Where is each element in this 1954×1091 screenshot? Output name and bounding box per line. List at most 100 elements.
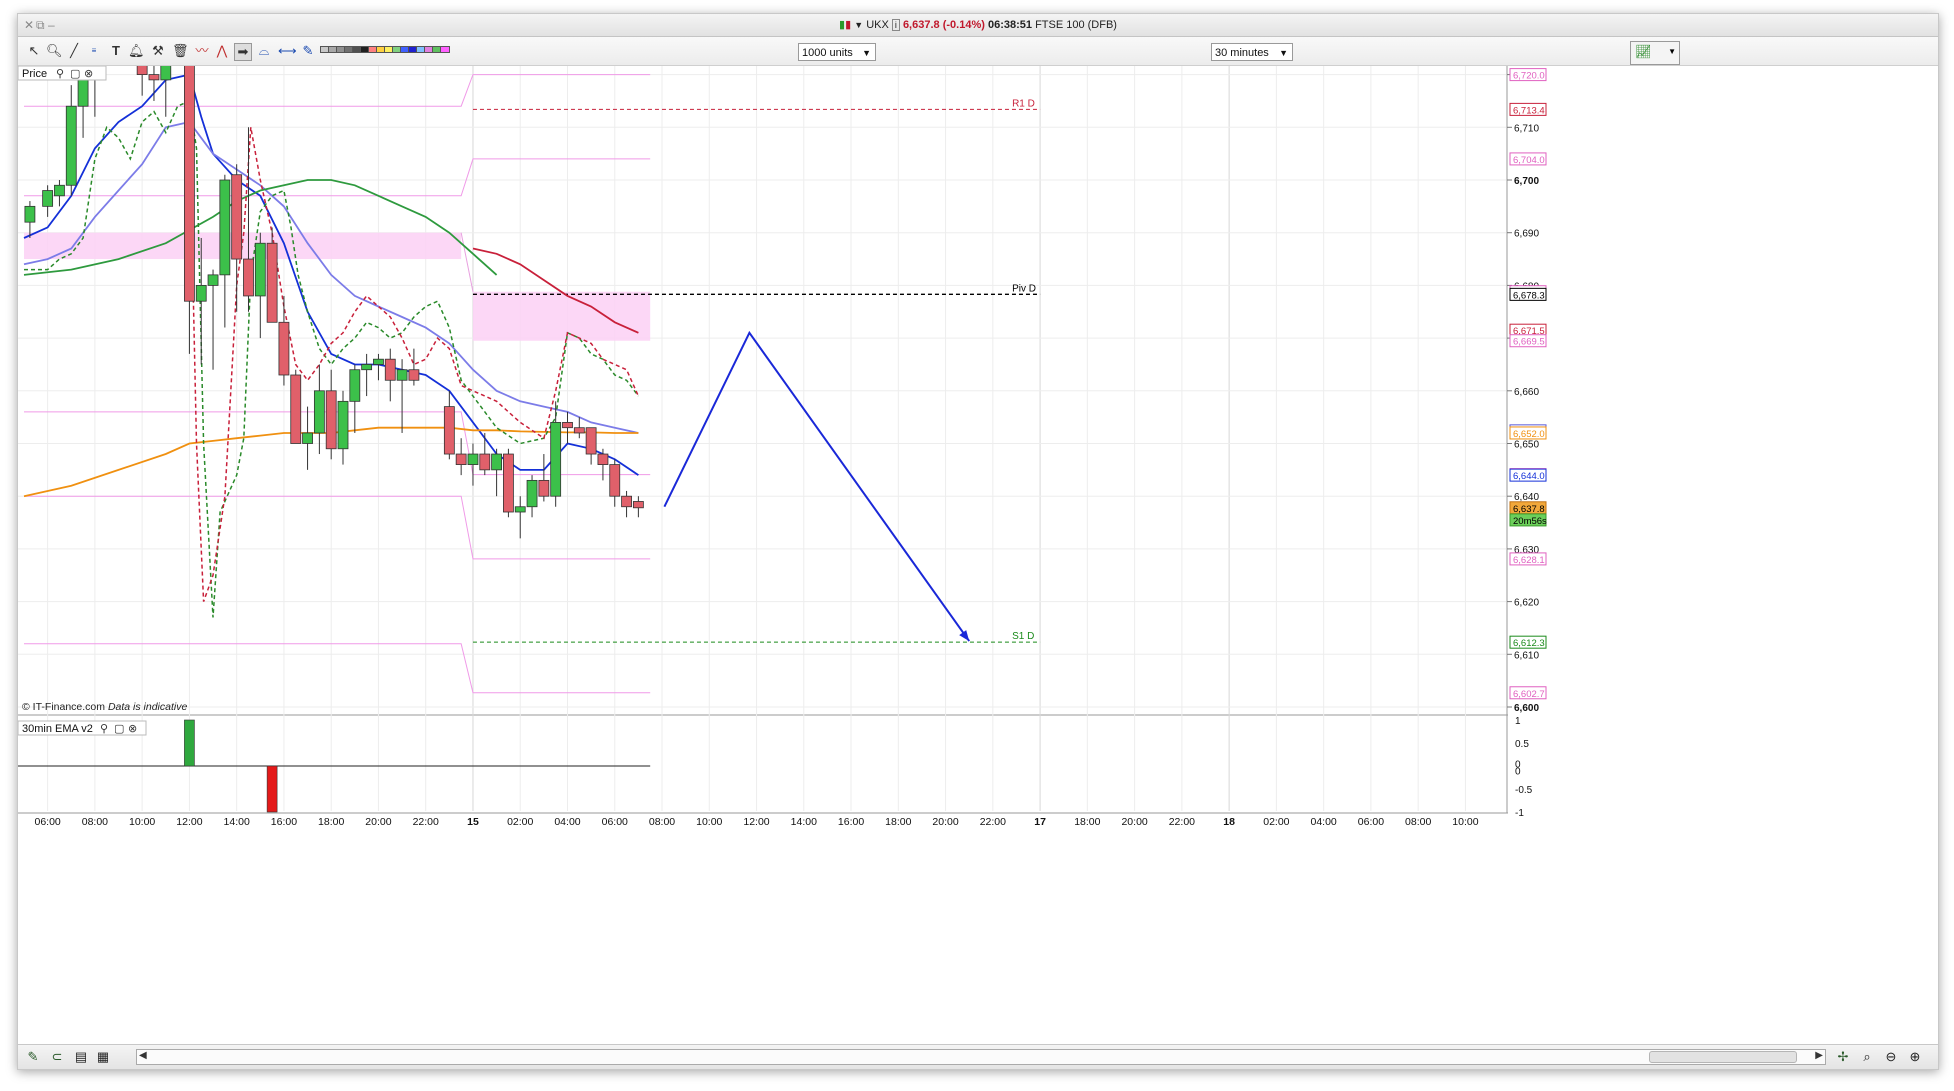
candle-body — [313, 390, 325, 434]
candle-body — [573, 427, 585, 434]
indicator-y-label: 0 — [1515, 767, 1521, 778]
time-axis: 06:00 08:00 10:00 12:00 14:00 16:00 18:00 20:00… — [34, 816, 1478, 828]
candle-body — [514, 506, 526, 513]
scroll-right-icon[interactable]: ▶ — [1815, 1050, 1823, 1061]
x-tick-label: 18:00 — [1074, 816, 1100, 828]
candle-body — [408, 369, 420, 381]
x-tick-label: 02:00 — [507, 816, 533, 828]
units-dropdown[interactable]: 1000 units ▼ — [798, 43, 876, 61]
tools-icon[interactable]: ⚒ — [150, 43, 166, 59]
wrench-icon[interactable]: ⚲ — [100, 722, 108, 735]
x-tick-label: 22:00 — [1169, 816, 1195, 828]
close-icon[interactable]: ⊗ — [128, 722, 137, 735]
ray-icon[interactable]: ⟷ — [278, 43, 297, 59]
wrench-icon[interactable]: ⚲ — [56, 67, 64, 80]
chart-type-icon: 📈︎ — [1635, 44, 1652, 59]
title-bar: ✕ ⧉ – ▮▮ ▼ UKX i 6,637.8 (-0.14%) 06:38:… — [18, 14, 1938, 37]
list-icon[interactable]: ▤ — [72, 1048, 90, 1066]
candle-body — [136, 66, 148, 76]
pointer-icon[interactable]: ↖ — [26, 43, 42, 59]
trendline-icon[interactable]: ╱ — [66, 43, 82, 59]
time-scrollbar[interactable]: ◀ ▶ — [136, 1049, 1826, 1065]
candle-body — [526, 479, 538, 508]
price-tag-label: 20m56s — [1513, 516, 1547, 527]
candle-body — [609, 464, 621, 497]
text-icon[interactable]: T — [108, 43, 124, 59]
x-tick-label: 08:00 — [649, 816, 675, 828]
candle-body — [455, 453, 467, 465]
window-icon[interactable]: ▢ — [114, 722, 124, 735]
watermark-note: Data is indicative — [108, 701, 188, 713]
delete-icon[interactable]: 🗑︎ — [172, 43, 189, 59]
color-swatch[interactable] — [440, 46, 450, 53]
price-tag-label: 6,704.0 — [1513, 155, 1545, 166]
x-tick-label: 20:00 — [932, 816, 958, 828]
fib-retracement-icon[interactable]: ≡ — [86, 43, 102, 59]
scroll-left-icon[interactable]: ◀ — [139, 1050, 147, 1061]
y-tick-label: 6,660 — [1514, 387, 1539, 398]
price-tag-label: 6,713.4 — [1513, 105, 1545, 116]
x-tick-label: 10:00 — [1452, 816, 1478, 828]
y-tick-label: 6,650 — [1514, 440, 1539, 451]
candle-body — [219, 179, 231, 276]
x-tick-label: 04:00 — [1311, 816, 1337, 828]
indicator-icon[interactable]: 〰 — [194, 43, 210, 59]
x-tick-label: 12:00 — [743, 816, 769, 828]
indicator-y-label: 0.5 — [1515, 739, 1529, 750]
x-tick-label: 18:00 — [318, 816, 344, 828]
price-panel-header: Price ⚲ ▢ ⊗ — [18, 66, 107, 81]
pen-icon[interactable]: ✎ — [300, 43, 316, 59]
indicator-y-label: -1 — [1515, 808, 1524, 819]
x-tick-label: 10:00 — [696, 816, 722, 828]
price-tag-label: 6,669.5 — [1513, 337, 1545, 348]
layout-icon[interactable]: ▦ — [94, 1048, 112, 1066]
info-icon[interactable]: i — [891, 19, 900, 31]
y-tick-label: 6,690 — [1514, 229, 1539, 240]
candle-body — [550, 422, 562, 497]
x-tick-label: 02:00 — [1263, 816, 1289, 828]
candle-body — [349, 369, 361, 402]
price-tag-label: 6,720.0 — [1513, 71, 1545, 82]
x-tick-label: 14:00 — [224, 816, 250, 828]
candle-body — [396, 369, 408, 381]
price-axis: 6,6006,6106,6206,6306,6406,6506,6606,670… — [1507, 71, 1539, 714]
candle-body — [65, 105, 77, 186]
chart-area[interactable]: R1 DPiv DS1 D6,6006,6106,6206,6306,6406,… — [18, 66, 1938, 1044]
draw-icon[interactable]: ✎ — [24, 1048, 42, 1066]
interval-dropdown[interactable]: 30 minutes ▼ — [1211, 43, 1293, 61]
y-tick-label: 6,700 — [1514, 176, 1539, 187]
pattern-icon[interactable]: ⋀ — [214, 43, 230, 59]
arrow-tool-icon[interactable]: ➡ — [234, 43, 252, 61]
instrument-menu-icon[interactable]: ▼ — [854, 20, 863, 30]
shape-icon[interactable]: ⌓ — [256, 43, 272, 59]
zoom-icon[interactable]: 🔍︎ — [46, 43, 63, 59]
indicator-bar — [184, 719, 195, 767]
chart-type-selector[interactable]: 📈︎ ▼ — [1630, 41, 1680, 65]
units-value: 1000 units — [802, 47, 853, 59]
candle-body — [337, 400, 349, 450]
close-icon[interactable]: ⊗ — [84, 67, 93, 80]
x-tick-label: 06:00 — [1358, 816, 1384, 828]
clock-time: 06:38:51 — [987, 19, 1032, 31]
candle-body — [503, 453, 514, 513]
window-icon[interactable]: ▢ — [70, 67, 80, 80]
zoom-out-icon[interactable]: ⊖ — [1882, 1048, 1900, 1066]
candle-body — [207, 274, 219, 286]
candle-body — [562, 422, 573, 429]
indicator-y-label: 1 — [1515, 716, 1521, 727]
x-tick-label: 14:00 — [791, 816, 817, 828]
magnet-icon[interactable]: ⊂ — [48, 1048, 66, 1066]
x-tick-label: 15 — [467, 816, 479, 828]
alert-bell-icon[interactable]: 🔔︎ — [128, 43, 145, 59]
current-price: 6,637.8 — [902, 19, 940, 31]
chevron-down-icon: ▼ — [1279, 48, 1288, 58]
candle-body — [443, 406, 455, 455]
candle-body — [278, 321, 290, 376]
zoom-in-icon[interactable]: ⊕ — [1906, 1048, 1924, 1066]
crosshair-icon[interactable]: ✢ — [1834, 1048, 1852, 1066]
scroll-thumb[interactable] — [1649, 1051, 1797, 1063]
candle-body — [243, 258, 254, 297]
zoom-fit-icon[interactable]: ⌕ — [1858, 1048, 1876, 1066]
x-tick-label: 18 — [1223, 816, 1235, 828]
x-tick-label: 22:00 — [413, 816, 439, 828]
